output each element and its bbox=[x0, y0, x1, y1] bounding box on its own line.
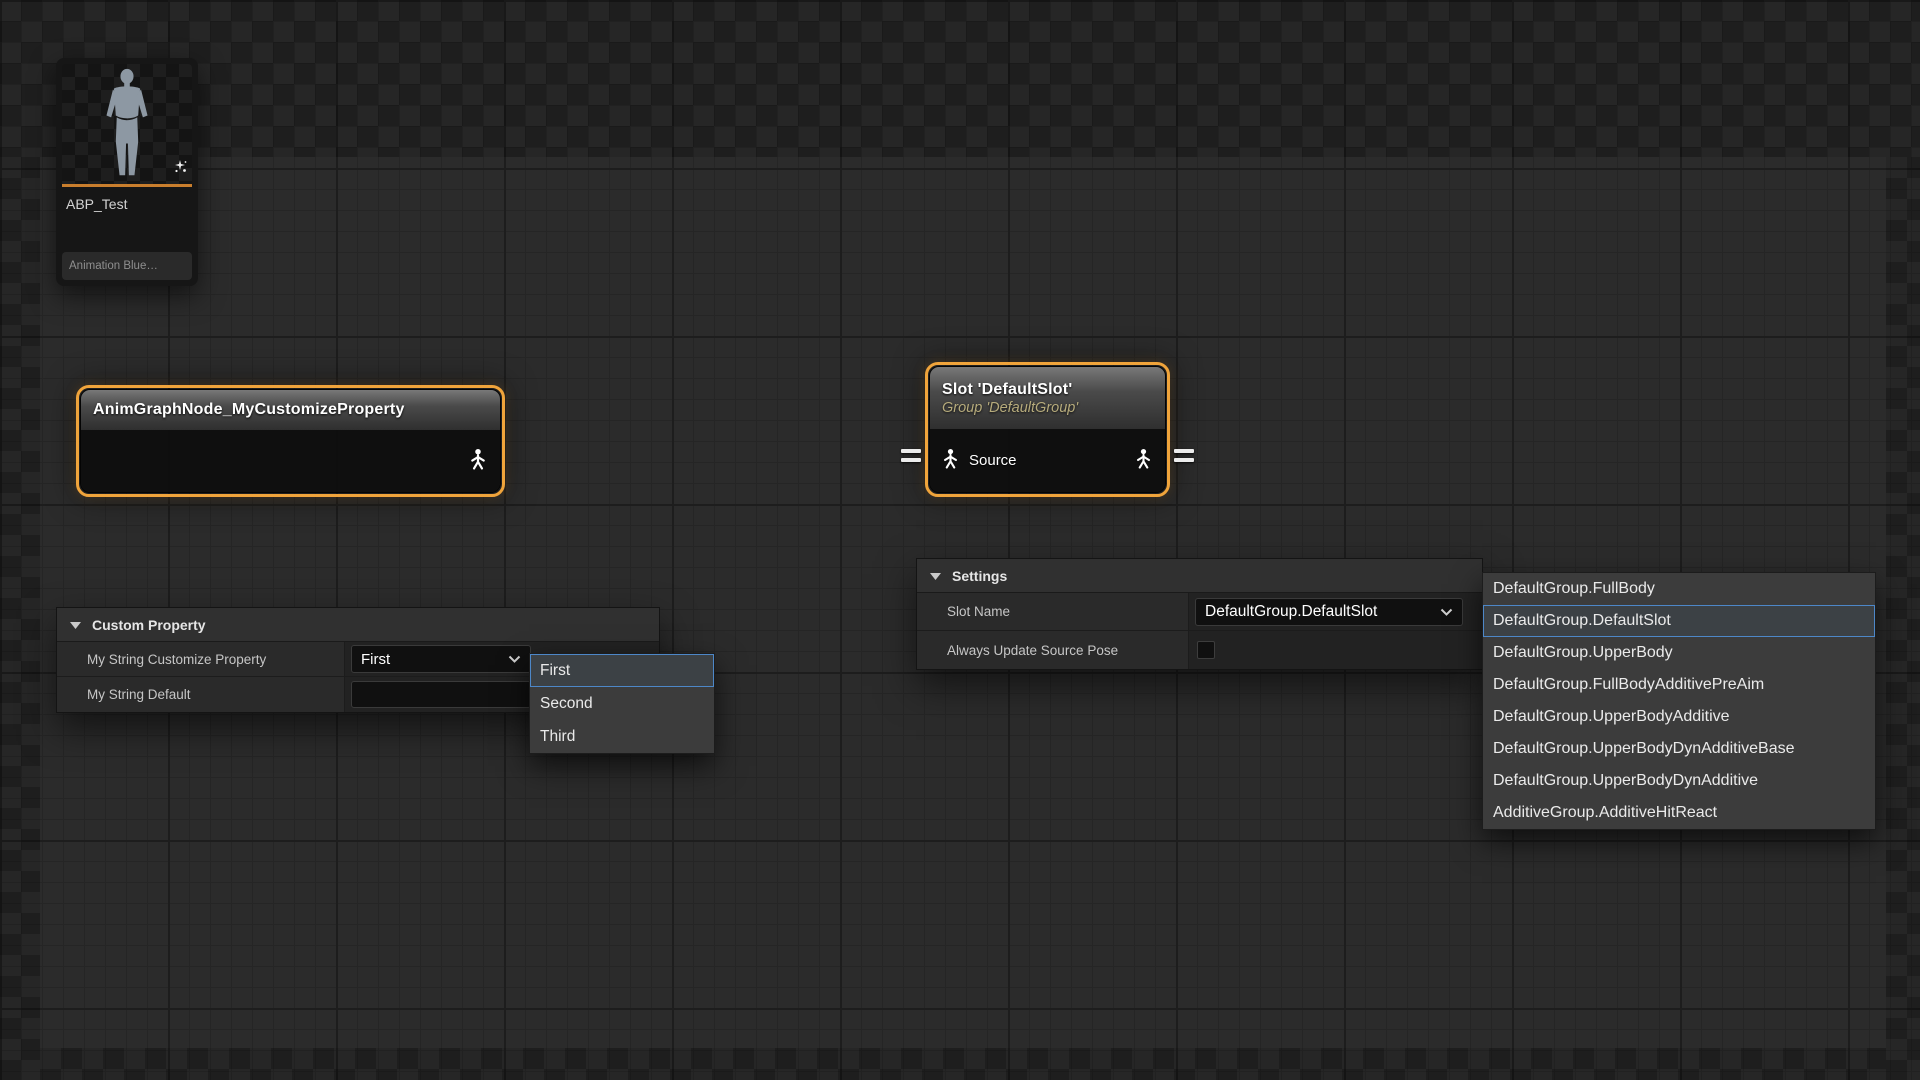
node-slot-defaultslot[interactable]: Slot 'DefaultSlot' Group 'DefaultGroup' … bbox=[925, 362, 1170, 497]
asset-thumbnail bbox=[62, 64, 192, 184]
node-frame: AnimGraphNode_MyCustomizeProperty bbox=[81, 390, 500, 492]
graph-left-shade bbox=[0, 157, 40, 1080]
menu-item-slot-5[interactable]: DefaultGroup.UpperBodyDynAdditiveBase bbox=[1483, 733, 1875, 765]
string-property-dropdown-menu: First Second Third bbox=[529, 653, 715, 754]
chevron-down-icon bbox=[1440, 603, 1453, 621]
property-label: Slot Name bbox=[917, 593, 1189, 630]
menu-item-slot-3[interactable]: DefaultGroup.FullBodyAdditivePreAim bbox=[1483, 669, 1875, 701]
property-label: My String Default bbox=[57, 677, 345, 712]
section-label: Custom Property bbox=[92, 617, 206, 633]
settings-section-header[interactable]: Settings bbox=[917, 559, 1482, 593]
graph-top-shade bbox=[0, 0, 1920, 157]
property-label: My String Customize Property bbox=[57, 642, 345, 676]
node-title: AnimGraphNode_MyCustomizeProperty bbox=[93, 401, 488, 419]
collapse-triangle-icon bbox=[70, 616, 81, 634]
section-label: Settings bbox=[952, 568, 1007, 584]
node-header[interactable]: AnimGraphNode_MyCustomizeProperty bbox=[81, 390, 500, 430]
menu-item-slot-7[interactable]: AdditiveGroup.AdditiveHitReact bbox=[1483, 797, 1875, 829]
combo-value: DefaultGroup.DefaultSlot bbox=[1205, 603, 1377, 621]
menu-item-slot-0[interactable]: DefaultGroup.FullBody bbox=[1483, 573, 1875, 605]
custom-property-section-header[interactable]: Custom Property bbox=[57, 608, 659, 642]
asset-type-label: Animation Blue… bbox=[62, 252, 192, 280]
node-subtitle: Group 'DefaultGroup' bbox=[942, 400, 1153, 416]
settings-panel: Settings Slot Name DefaultGroup.DefaultS… bbox=[916, 558, 1483, 670]
always-update-source-pose-checkbox[interactable] bbox=[1197, 641, 1215, 659]
pose-pin-icon bbox=[467, 448, 489, 475]
node-frame: Slot 'DefaultSlot' Group 'DefaultGroup' … bbox=[930, 367, 1165, 492]
menu-item-slot-1[interactable]: DefaultGroup.DefaultSlot bbox=[1483, 605, 1875, 637]
menu-item-second[interactable]: Second bbox=[530, 687, 714, 720]
asset-sparkle-icon bbox=[172, 159, 188, 180]
node-title: Slot 'DefaultSlot' bbox=[942, 381, 1153, 399]
menu-item-slot-2[interactable]: DefaultGroup.UpperBody bbox=[1483, 637, 1875, 669]
graph-bottom-shade bbox=[40, 1048, 1886, 1080]
property-row-always-update-source-pose: Always Update Source Pose bbox=[917, 631, 1482, 669]
slot-name-combo[interactable]: DefaultGroup.DefaultSlot bbox=[1195, 598, 1463, 626]
node-header[interactable]: Slot 'DefaultSlot' Group 'DefaultGroup' bbox=[930, 367, 1165, 429]
slot-name-dropdown-menu: DefaultGroup.FullBody DefaultGroup.Defau… bbox=[1482, 572, 1876, 830]
menu-item-third[interactable]: Third bbox=[530, 720, 714, 753]
blueprint-graph-canvas[interactable]: ABP_Test Animation Blue… AnimGraphNode_M… bbox=[0, 0, 1920, 1080]
my-string-customize-combo[interactable]: First bbox=[351, 645, 531, 673]
property-row-slot-name: Slot Name DefaultGroup.DefaultSlot bbox=[917, 593, 1482, 631]
combo-value: First bbox=[361, 651, 390, 668]
source-pin-label: Source bbox=[969, 452, 1017, 469]
my-string-default-input[interactable] bbox=[351, 681, 531, 708]
pose-pin-icon bbox=[1133, 448, 1154, 474]
chevron-down-icon bbox=[508, 650, 521, 668]
pose-wire-stub-left bbox=[901, 449, 921, 462]
pose-output-pin[interactable] bbox=[1133, 448, 1154, 474]
menu-item-slot-4[interactable]: DefaultGroup.UpperBodyAdditive bbox=[1483, 701, 1875, 733]
property-label: Always Update Source Pose bbox=[917, 631, 1189, 669]
pose-wire-stub-right bbox=[1174, 449, 1194, 462]
menu-item-first[interactable]: First bbox=[530, 654, 714, 687]
graph-right-shade bbox=[1886, 157, 1920, 1080]
collapse-triangle-icon bbox=[930, 567, 941, 585]
node-body bbox=[81, 430, 500, 492]
node-body: Source bbox=[930, 429, 1165, 492]
pose-output-pin[interactable] bbox=[467, 448, 489, 475]
asset-title: ABP_Test bbox=[62, 187, 192, 212]
source-input-pin[interactable]: Source bbox=[940, 448, 1017, 474]
asset-card-abp-test[interactable]: ABP_Test Animation Blue… bbox=[56, 58, 198, 286]
pose-pin-icon bbox=[940, 448, 961, 474]
node-animgraph-mycustomizeproperty[interactable]: AnimGraphNode_MyCustomizeProperty bbox=[76, 385, 505, 497]
menu-item-slot-6[interactable]: DefaultGroup.UpperBodyDynAdditive bbox=[1483, 765, 1875, 797]
mannequin-thumbnail bbox=[96, 67, 158, 184]
